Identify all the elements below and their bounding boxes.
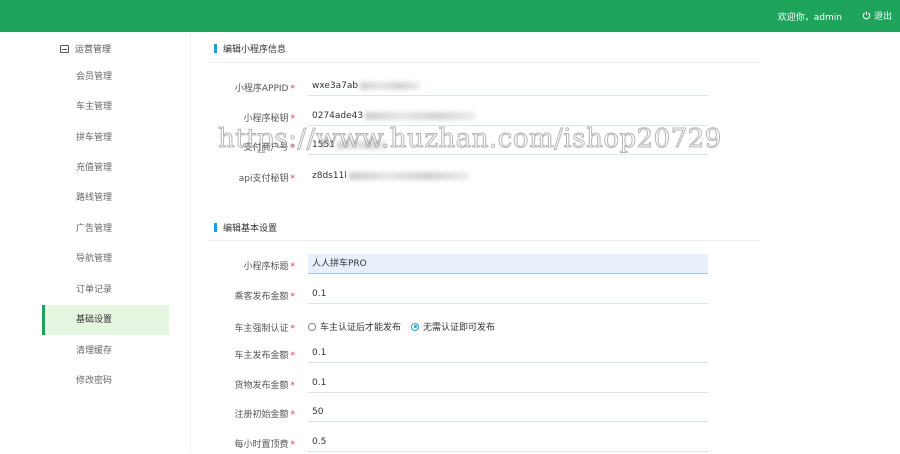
sidebar-item-navigation[interactable]: 导航管理 [42, 244, 169, 274]
top-bar: 欢迎你，admin 退出 [0, 0, 900, 32]
radio-unchecked-icon [308, 322, 316, 331]
form-row-owner-fee: 车主发布金额 * 0.1 [200, 343, 710, 365]
top-fee-label: 每小时置顶费 * [234, 440, 295, 450]
sidebar-item-owners[interactable]: 车主管理 [42, 92, 169, 122]
form-row-goods-fee: 货物发布金额 * 0.1 [200, 373, 710, 395]
owner-fee-label: 车主发布金额 * [234, 351, 295, 361]
owner-verify-label: 车主强制认证 * [234, 324, 295, 334]
radio-verify-required[interactable]: 车主认证后才能发布 [308, 320, 401, 333]
top-fee-input[interactable]: 0.5 [308, 432, 708, 452]
section-title-basic: 编辑基本设置 [214, 221, 277, 234]
divider [208, 240, 760, 241]
app-name-input[interactable]: 人人拼车PRO [308, 254, 708, 274]
form-row-owner-verify: 车主强制认证 * 车主认证后才能发布 无需认证即可发布 [200, 316, 710, 338]
radio-checked-icon [411, 322, 420, 331]
initial-amount-label: 注册初始金额 * [234, 410, 295, 420]
sidebar-item-recharge[interactable]: 充值管理 [42, 153, 169, 183]
form-row-apikey: api支付秘钥 * z8ds11l [200, 166, 710, 188]
sidebar-item-routes[interactable]: 路线管理 [42, 183, 169, 213]
sidebar-item-change-password[interactable]: 修改密码 [42, 366, 169, 396]
sidebar: 运营管理 会员管理 车主管理 拼车管理 充值管理 路线管理 广告管理 导航管理 … [0, 32, 191, 453]
radio-verify-not-required[interactable]: 无需认证即可发布 [411, 320, 495, 333]
menu-group-icon [60, 44, 69, 53]
apikey-label: api支付秘钥 * [238, 174, 295, 184]
power-icon [862, 11, 871, 20]
logout-button[interactable]: 退出 [862, 9, 892, 22]
passenger-fee-input[interactable]: 0.1 [308, 284, 708, 304]
form-row-initial-amount: 注册初始金额 * 50 [200, 402, 710, 424]
watermark: https://www.huzhan.com/ishop20729 [218, 124, 722, 155]
app-name-label: 小程序标题 * [243, 262, 295, 272]
sidebar-item-orders[interactable]: 订单记录 [42, 275, 169, 305]
sidebar-group-operations[interactable]: 运营管理 [60, 42, 111, 55]
redacted-value [365, 111, 476, 120]
form-row-app-name: 小程序标题 * 人人拼车PRO [200, 254, 710, 276]
sidebar-item-ads[interactable]: 广告管理 [42, 214, 169, 244]
redacted-value [348, 171, 469, 180]
appid-input[interactable]: wxe3a7ab [308, 76, 708, 96]
secret-input[interactable]: 0274ade43 [308, 106, 708, 126]
sidebar-group-label: 运营管理 [75, 45, 112, 55]
sidebar-item-carpool[interactable]: 拼车管理 [42, 123, 169, 153]
welcome-text: 欢迎你，admin [777, 13, 842, 23]
logout-label: 退出 [873, 12, 892, 22]
form-row-passenger-fee: 乘客发布金额 * 0.1 [200, 284, 710, 306]
section-title-basic-text: 编辑基本设置 [223, 224, 278, 234]
sidebar-item-clear-cache[interactable]: 清理缓存 [42, 336, 169, 366]
owner-fee-input[interactable]: 0.1 [308, 343, 708, 363]
appid-label: 小程序APPID * [234, 84, 295, 94]
form-row-top-fee: 每小时置顶费 * 0.5 [200, 432, 710, 454]
secret-label: 小程序秘钥 * [243, 114, 295, 124]
goods-fee-input[interactable]: 0.1 [308, 373, 708, 393]
goods-fee-label: 货物发布金额 * [234, 381, 295, 391]
redacted-value [360, 81, 421, 90]
section-title-miniapp-text: 编辑小程序信息 [223, 45, 287, 55]
form-row-appid: 小程序APPID * wxe3a7ab [200, 76, 710, 98]
section-title-miniapp: 编辑小程序信息 [214, 42, 286, 55]
sidebar-item-basic-settings[interactable]: 基础设置 [42, 305, 169, 335]
divider [208, 62, 760, 63]
sidebar-item-members[interactable]: 会员管理 [42, 62, 169, 92]
passenger-fee-label: 乘客发布金额 * [234, 292, 295, 302]
initial-amount-input[interactable]: 50 [308, 402, 708, 422]
apikey-input[interactable]: z8ds11l [308, 166, 708, 186]
owner-verify-radio-group: 车主认证后才能发布 无需认证即可发布 [308, 320, 495, 333]
